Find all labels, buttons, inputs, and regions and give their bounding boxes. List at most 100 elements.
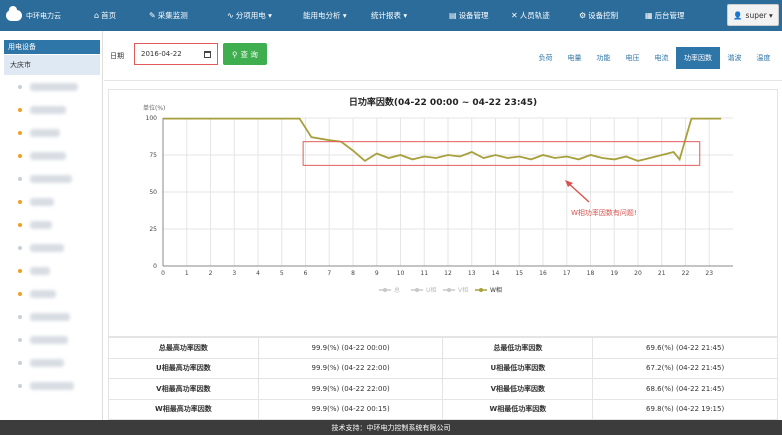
tree-node[interactable] — [0, 190, 102, 213]
summary-label-cell: U相最高功率因数 — [108, 357, 259, 379]
table-row: 总最高功率因数 99.9(%) (04-22 00:00) 总最低功率因数 69.6(… — [108, 337, 778, 359]
summary-value-cell: 99.9(%) (04-22 00:00) — [257, 337, 444, 359]
nav-item-label: 人员轨迹 — [519, 11, 550, 20]
tree-node[interactable] — [0, 98, 102, 121]
nav-item-6[interactable]: ✕ 人员轨迹 — [505, 0, 573, 31]
tree-node-list — [0, 75, 102, 397]
footer: 技术支持：中环电力控制系统有限公司 — [0, 420, 782, 435]
x-tick-label: 2 — [209, 270, 213, 277]
node-status-icon — [18, 107, 22, 112]
tab-5[interactable]: 功率因数 — [676, 47, 720, 69]
summary-label-cell: W相最低功率因数 — [442, 398, 594, 420]
summary-label-cell: V相最低功率因数 — [442, 378, 594, 400]
tab-3[interactable]: 电压 — [618, 47, 647, 69]
table-row: U相最高功率因数 99.9(%) (04-22 22:00) U相最低功率因数 67.… — [108, 357, 778, 379]
sidebar-header: 用电设备 — [4, 40, 100, 54]
nav-item-7[interactable]: ⚙ 设备控制 — [573, 0, 639, 31]
x-tick-label: 18 — [587, 270, 595, 277]
date-value: 2016-04-22 — [141, 50, 182, 58]
highlight-box — [302, 141, 701, 166]
tree-node[interactable] — [0, 374, 102, 397]
user-menu-button[interactable]: 👤 super ▾ — [727, 4, 779, 26]
node-label-redacted — [30, 358, 64, 367]
tree-node[interactable] — [0, 144, 102, 167]
user-icon: 👤 — [733, 10, 743, 20]
tree-root-node[interactable]: 大庆市 — [4, 55, 100, 75]
chart-annotation: W相功率因数有问题! — [571, 208, 637, 217]
calendar-icon[interactable] — [204, 50, 211, 58]
nav-icon: ⌂ — [94, 11, 100, 20]
nav-item-8[interactable]: ▦ 后台管理 — [639, 0, 701, 31]
power-factor-chart: 日功率因数(04-22 00:00 ~ 04-22 23:45) 单位(%) 0 25… — [108, 89, 778, 337]
node-label-redacted — [30, 174, 72, 183]
y-tick-label: 75 — [149, 152, 157, 159]
x-tick-label: 6 — [304, 270, 308, 277]
tab-0[interactable]: 负荷 — [531, 47, 560, 69]
node-status-icon — [18, 84, 22, 89]
nav-item-0[interactable]: ⌂ 首页 — [88, 0, 143, 31]
nav-item-5[interactable]: ▤ 设备管理 — [443, 0, 505, 31]
tab-7[interactable]: 温度 — [749, 47, 778, 69]
legend-item: W相 — [490, 286, 502, 294]
nav-item-4[interactable]: 统计报表 ▾ — [365, 0, 443, 31]
node-status-icon — [18, 222, 22, 227]
x-tick-label: 20 — [634, 270, 642, 277]
summary-label-cell: 总最高功率因数 — [108, 337, 259, 359]
table-row: V相最高功率因数 99.9(%) (04-22 22:00) V相最低功率因数 68.… — [108, 378, 778, 400]
metric-tabs: 负荷 电量 功能 电压 电流 功率因数 谐波 温度 — [531, 47, 778, 69]
tree-node[interactable] — [0, 167, 102, 190]
tab-6[interactable]: 谐波 — [720, 47, 749, 69]
tree-node[interactable] — [0, 328, 102, 351]
nav-item-label: 分项用电 ▾ — [235, 11, 272, 20]
tree-node[interactable] — [0, 259, 102, 282]
footer-text: 技术支持：中环电力控制系统有限公司 — [331, 423, 451, 432]
x-tick-label: 19 — [610, 270, 618, 277]
x-tick-label: 5 — [280, 270, 284, 277]
x-tick-label: 17 — [563, 270, 571, 277]
tree-root-label: 大庆市 — [10, 61, 31, 69]
node-label-redacted — [30, 197, 54, 206]
x-tick-label: 7 — [327, 270, 331, 277]
nav-item-label: 设备管理 — [458, 11, 489, 20]
y-tick-label: 50 — [149, 189, 157, 196]
nav-item-3[interactable]: 能用电分析 ▾ — [297, 0, 365, 31]
tab-4[interactable]: 电流 — [647, 47, 676, 69]
legend-marker — [415, 288, 419, 292]
legend-item: U相 — [426, 286, 436, 294]
node-status-icon — [18, 176, 22, 181]
tab-1[interactable]: 电量 — [560, 47, 589, 69]
tree-node[interactable] — [0, 121, 102, 144]
tree-node[interactable] — [0, 236, 102, 259]
summary-value-cell: 99.9(%) (04-22 22:00) — [257, 357, 444, 379]
legend-item: V相 — [458, 286, 468, 294]
cloud-icon — [6, 6, 22, 21]
x-tick-label: 0 — [161, 270, 165, 277]
node-label-redacted — [30, 220, 52, 229]
nav-icon: ⚙ — [579, 11, 587, 20]
user-name: super ▾ — [745, 10, 773, 20]
app-logo[interactable]: 中环电力云 — [0, 6, 88, 21]
tree-node[interactable] — [0, 75, 102, 98]
node-label-redacted — [30, 151, 66, 160]
node-label-redacted — [30, 82, 78, 91]
tree-node[interactable] — [0, 305, 102, 328]
query-button[interactable]: ⚲ 查 询 — [223, 43, 267, 65]
node-label-redacted — [30, 266, 50, 275]
nav-item-2[interactable]: ∿ 分项用电 ▾ — [221, 0, 297, 31]
node-status-icon — [18, 199, 22, 204]
legend-marker — [447, 288, 451, 292]
nav-item-1[interactable]: ✎ 采集监测 — [143, 0, 221, 31]
summary-table: 总最高功率因数 99.9(%) (04-22 00:00) 总最低功率因数 69.6(… — [108, 337, 778, 420]
tab-2[interactable]: 功能 — [589, 47, 618, 69]
tree-node[interactable] — [0, 282, 102, 305]
table-row: W相最高功率因数 99.9(%) (04-22 00:15) W相最低功率因数 69.… — [108, 398, 778, 420]
node-status-icon — [18, 291, 22, 296]
tree-node[interactable] — [0, 351, 102, 374]
node-label-redacted — [30, 289, 56, 298]
tree-node[interactable] — [0, 213, 102, 236]
node-label-redacted — [30, 312, 70, 321]
nav-item-label: 能用电分析 ▾ — [303, 11, 347, 20]
main-content: 日期 2016-04-22 ⚲ 查 询 负荷 电量 功能 电压 电流 功率因数 谐波 温度 日… — [104, 31, 782, 420]
date-input[interactable]: 2016-04-22 — [134, 43, 218, 65]
summary-value-cell: 99.9(%) (04-22 22:00) — [257, 378, 444, 400]
